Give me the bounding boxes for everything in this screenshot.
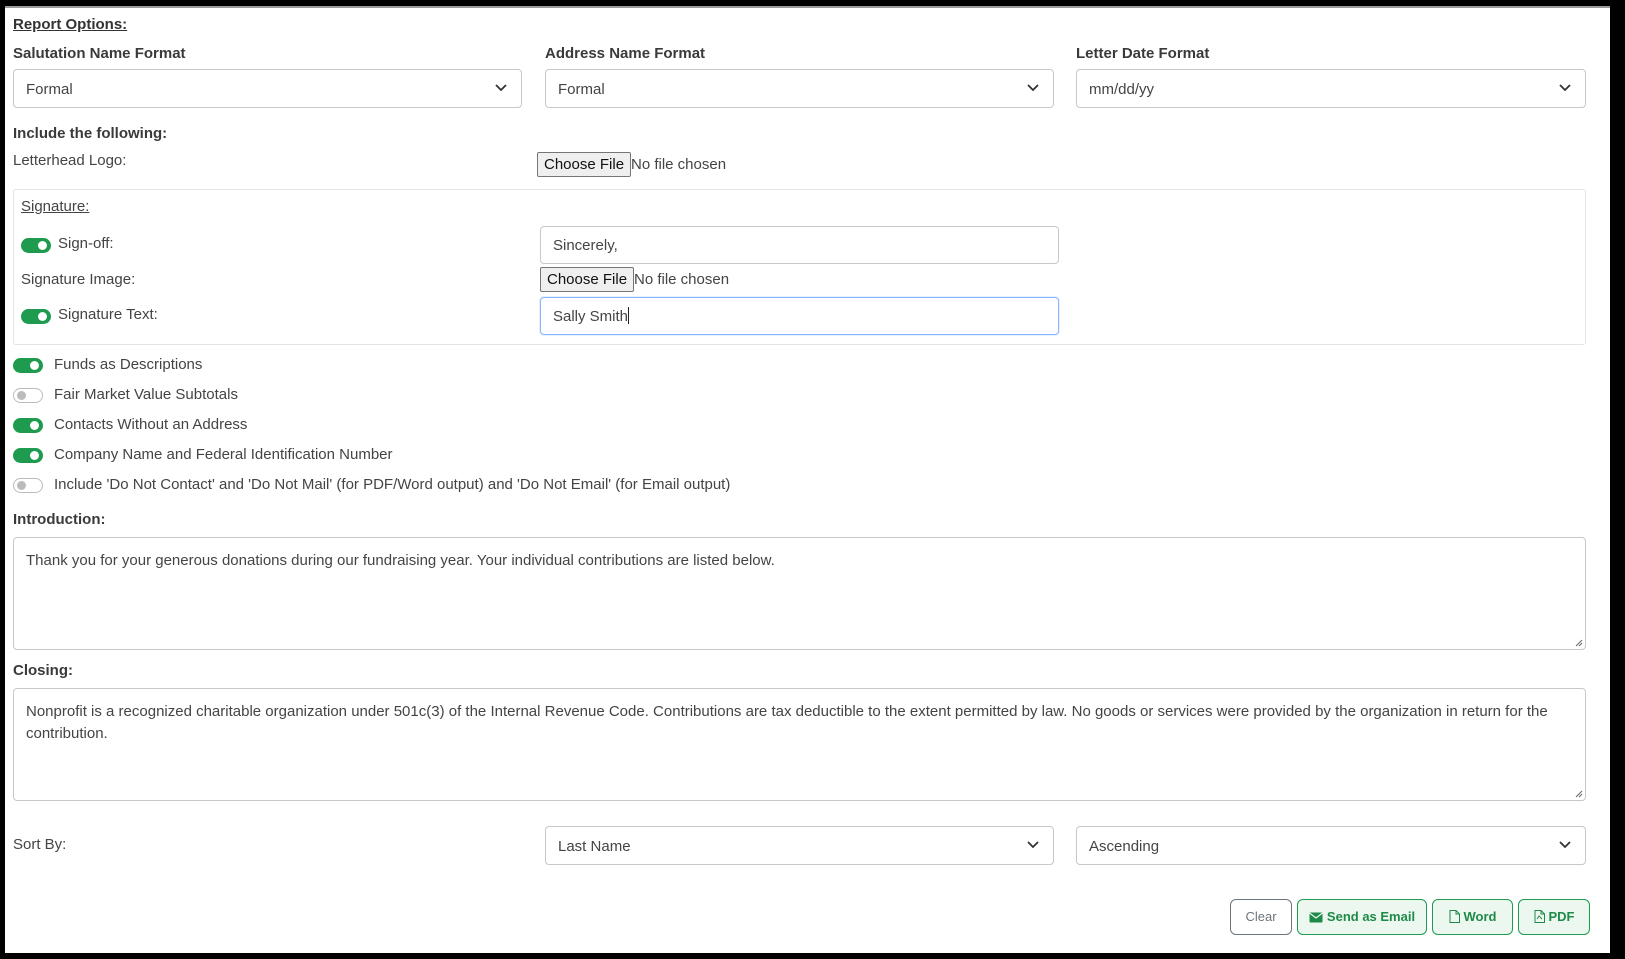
company-fein-label: Company Name and Federal Identification … (54, 446, 393, 463)
contacts-without-address-label: Contacts Without an Address (54, 416, 248, 433)
sort-field-value: Last Name (558, 838, 631, 855)
closing-textarea[interactable]: Nonprofit is a recognized charitable org… (13, 688, 1586, 801)
sort-direction-select[interactable]: Ascending (1076, 826, 1586, 865)
chevron-down-icon (1027, 841, 1039, 849)
funds-descriptions-label: Funds as Descriptions (54, 356, 203, 373)
chevron-down-icon (1027, 84, 1039, 92)
address-format-select[interactable]: Formal (545, 69, 1054, 108)
clear-button[interactable]: Clear (1230, 899, 1292, 935)
signature-text-input[interactable]: Sally Smith (540, 297, 1059, 335)
signature-text-input-value: Sally Smith (553, 308, 629, 325)
letterhead-file-status: No file chosen (631, 156, 727, 173)
signature-title: Signature: (21, 198, 90, 215)
do-not-contact-label: Include 'Do Not Contact' and 'Do Not Mai… (54, 476, 731, 493)
letterhead-choose-file-button[interactable]: Choose File (537, 152, 632, 177)
introduction-textarea[interactable]: Thank you for your generous donations du… (13, 537, 1586, 650)
signoff-input-value: Sincerely, (553, 237, 618, 254)
letterhead-logo-label: Letterhead Logo: (13, 152, 127, 169)
send-email-button-label: Send as Email (1326, 909, 1416, 924)
letter-date-format-value: mm/dd/yy (1089, 81, 1155, 98)
closing-label: Closing: (13, 662, 73, 679)
signature-file-status: No file chosen (634, 271, 730, 288)
signoff-input[interactable]: Sincerely, (540, 226, 1059, 264)
resize-grip-icon[interactable] (1573, 788, 1583, 798)
fmv-subtotals-label: Fair Market Value Subtotals (54, 386, 238, 403)
section-title: Report Options: (13, 16, 128, 33)
introduction-text: Thank you for your generous donations du… (26, 552, 775, 569)
toggle-knob (17, 391, 26, 400)
text-caret (628, 307, 630, 324)
signature-choose-file-button[interactable]: Choose File (540, 267, 635, 292)
toggle-knob (30, 451, 39, 460)
sort-field-select[interactable]: Last Name (545, 826, 1054, 865)
toggle-knob (38, 312, 47, 321)
letter-date-format-select[interactable]: mm/dd/yy (1076, 69, 1586, 108)
do-not-contact-toggle[interactable] (13, 478, 43, 493)
salutation-format-value: Formal (26, 81, 73, 98)
word-button[interactable]: Word (1432, 899, 1513, 935)
toggle-knob (38, 241, 47, 250)
send-email-button[interactable]: Send as Email (1297, 899, 1427, 935)
signature-text-label: Signature Text: (58, 306, 158, 323)
chevron-down-icon (495, 84, 507, 92)
signoff-toggle[interactable] (21, 238, 51, 253)
pdf-button[interactable]: PDF (1518, 899, 1590, 935)
closing-text: Nonprofit is a recognized charitable org… (26, 703, 1548, 742)
word-button-label: Word (1463, 909, 1497, 924)
report-options-panel: Report Options: Salutation Name Format F… (5, 6, 1610, 953)
file-word-icon (1449, 910, 1460, 923)
file-pdf-icon (1534, 910, 1545, 923)
signature-text-toggle[interactable] (21, 309, 51, 324)
sort-by-label: Sort By: (13, 836, 67, 853)
contacts-without-address-toggle[interactable] (13, 418, 43, 433)
clear-button-label: Clear (1245, 909, 1277, 924)
company-fein-toggle[interactable] (13, 448, 43, 463)
chevron-down-icon (1559, 84, 1571, 92)
sort-direction-value: Ascending (1089, 838, 1160, 855)
chevron-down-icon (1559, 841, 1571, 849)
salutation-format-select[interactable]: Formal (13, 69, 522, 108)
resize-grip-icon[interactable] (1573, 637, 1583, 647)
address-format-label: Address Name Format (545, 45, 706, 62)
signature-image-label: Signature Image: (21, 271, 136, 288)
signoff-label: Sign-off: (58, 235, 114, 252)
toggle-knob (17, 481, 26, 490)
fmv-subtotals-toggle[interactable] (13, 388, 43, 403)
funds-descriptions-toggle[interactable] (13, 358, 43, 373)
toggle-knob (30, 361, 39, 370)
pdf-button-label: PDF (1548, 909, 1575, 924)
toggle-knob (30, 421, 39, 430)
include-heading: Include the following: (13, 125, 168, 142)
address-format-value: Formal (558, 81, 605, 98)
salutation-format-label: Salutation Name Format (13, 45, 186, 62)
introduction-label: Introduction: (13, 511, 106, 528)
envelope-icon (1309, 912, 1323, 923)
letter-date-format-label: Letter Date Format (1076, 45, 1210, 62)
